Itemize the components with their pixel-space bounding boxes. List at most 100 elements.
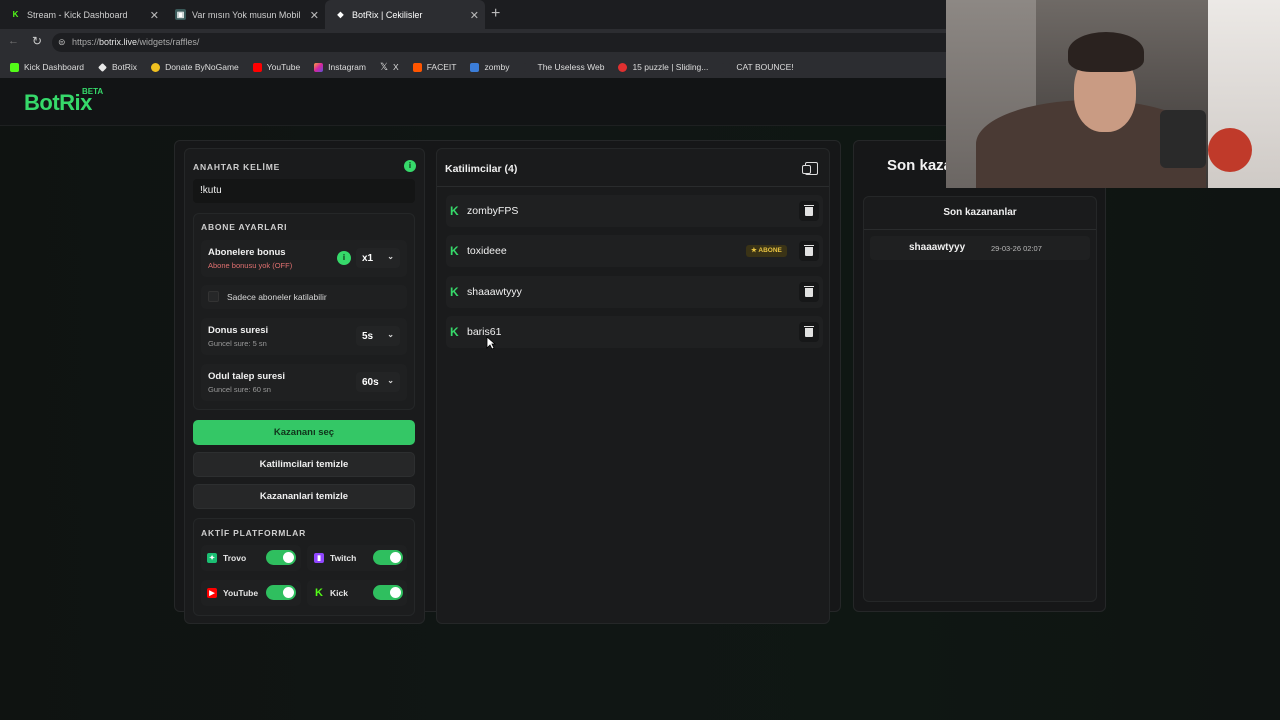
info-icon[interactable]: i	[337, 251, 351, 265]
puzzle-icon	[618, 62, 628, 72]
bookmark-youtube[interactable]: YouTube	[252, 62, 300, 72]
faceit-icon	[412, 62, 422, 72]
subscriber-badge: ★ ABONE	[746, 245, 787, 257]
bookmark-label: Instagram	[328, 62, 366, 72]
tab-title: Stream - Kick Dashboard	[27, 9, 128, 20]
participant-row: K toxideee ★ ABONE	[446, 235, 823, 267]
keyword-input[interactable]: !kutu	[193, 179, 415, 203]
subscriber-settings-label: ABONE AYARLARI	[201, 222, 288, 232]
bookmark-zomby[interactable]: zomby	[470, 62, 510, 72]
chevron-down-icon: ⌄	[387, 252, 394, 261]
trash-icon	[804, 204, 814, 216]
cat-icon	[722, 62, 732, 72]
trash-icon	[804, 244, 814, 256]
platform-label: Twitch	[330, 553, 357, 563]
select-value: x1	[362, 252, 374, 264]
clear-participants-button[interactable]: Katilimcilari temizle	[193, 452, 415, 477]
bookmark-label: zomby	[484, 62, 510, 72]
twitch-toggle[interactable]	[373, 550, 403, 565]
mouse-cursor-icon	[486, 336, 496, 350]
bookmark-donate[interactable]: Donate ByNoGame	[151, 62, 239, 72]
bookmark-15-puzzle[interactable]: 15 puzzle | Sliding...	[618, 62, 708, 72]
url-scheme: https://	[72, 37, 100, 47]
bookmark-x[interactable]: 𝕏X	[380, 62, 399, 73]
kick-icon: K	[10, 9, 21, 20]
delete-button[interactable]	[799, 201, 819, 221]
tab-kick-dashboard[interactable]: K Stream - Kick Dashboard ✕	[0, 0, 165, 29]
instagram-icon	[314, 62, 324, 72]
bookmark-label: FACEIT	[426, 62, 457, 72]
chevron-down-icon: ⌄	[387, 330, 394, 339]
copy-icon[interactable]	[802, 162, 818, 175]
toggle-knob	[283, 552, 294, 563]
trovo-toggle[interactable]	[266, 550, 296, 565]
bookmark-kick-dashboard[interactable]: Kick Dashboard	[10, 62, 84, 72]
platform-youtube: ▶ YouTube	[207, 588, 258, 598]
reload-icon[interactable]: ↻	[32, 34, 42, 48]
chevron-down-icon: ⌄	[387, 376, 394, 385]
back-icon[interactable]: ←	[8, 35, 19, 47]
bookmark-botrix[interactable]: BotRix	[98, 62, 137, 72]
subscriber-bonus-select[interactable]: x1 ⌄	[356, 248, 400, 268]
delete-button[interactable]	[799, 282, 819, 302]
url-path: /widgets/raffles/	[137, 37, 200, 47]
tab-var-misin[interactable]: ▣ Var mısın Yok musun Mobil ✕	[165, 0, 325, 29]
participant-name: shaaawtyyy	[467, 286, 522, 298]
platform-kick: K Kick	[314, 587, 348, 599]
donate-icon	[151, 62, 161, 72]
trash-icon	[804, 325, 814, 337]
close-icon[interactable]: ✕	[310, 9, 319, 22]
platform-trovo: ✦ Trovo	[207, 553, 246, 563]
winner-date: 29-03-26 02:07	[991, 244, 1042, 253]
useless-web-icon	[523, 62, 533, 72]
subscriber-bonus-title: Abonelere bonus	[208, 247, 286, 258]
bonus-time-title: Donus suresi	[208, 325, 269, 336]
bookmark-label: Kick Dashboard	[24, 62, 85, 72]
subscriber-only-checkbox[interactable]	[208, 291, 219, 302]
new-tab-button[interactable]: +	[491, 5, 500, 23]
clear-winners-button[interactable]: Kazananlari temizle	[193, 484, 415, 509]
close-icon[interactable]: ✕	[150, 9, 159, 22]
bookmark-cat-bounce[interactable]: CAT BOUNCE!	[722, 62, 794, 72]
close-icon[interactable]: ✕	[470, 9, 479, 22]
bookmarks-bar: Kick Dashboard BotRix Donate ByNoGame Yo…	[0, 56, 946, 78]
keyword-label: ANAHTAR KELİME	[193, 162, 281, 172]
bookmark-faceit[interactable]: FACEIT	[412, 62, 457, 72]
bookmark-instagram[interactable]: Instagram	[314, 62, 366, 72]
participant-row: K zombyFPS	[446, 195, 823, 227]
bookmark-label: CAT BOUNCE!	[736, 62, 794, 72]
delete-button[interactable]	[799, 322, 819, 342]
bookmark-label: X	[393, 62, 399, 72]
bonus-time-select[interactable]: 5s ⌄	[356, 326, 400, 346]
bookmark-useless-web[interactable]: The Useless Web	[523, 62, 605, 72]
webcam-person-hair	[1068, 32, 1144, 72]
badge-label: ABONE	[758, 247, 782, 254]
claim-time-select[interactable]: 60s ⌄	[356, 372, 400, 392]
trash-icon	[804, 285, 814, 297]
url-bar[interactable]: ⊜ https://botrix.live/widgets/raffles/	[52, 33, 946, 52]
participant-name: toxideee	[467, 245, 507, 257]
claim-time-title: Odul talep suresi	[208, 371, 286, 382]
claim-time-current: Guncel sure: 60 sn	[208, 385, 271, 394]
webcam-pumpkin	[1208, 128, 1252, 172]
bookmark-label: The Useless Web	[537, 62, 605, 72]
participant-name: zombyFPS	[467, 205, 519, 217]
participant-row: K shaaawtyyy	[446, 276, 823, 308]
toggle-knob	[283, 587, 294, 598]
delete-button[interactable]	[799, 241, 819, 261]
beta-badge: BETA	[82, 87, 104, 96]
subscriber-only-label: Sadece aboneler katilabilir	[227, 292, 327, 302]
zomby-icon	[470, 62, 480, 72]
kick-toggle[interactable]	[373, 585, 403, 600]
browser-tab-bar: K Stream - Kick Dashboard ✕ ▣ Var mısın …	[0, 0, 946, 29]
participant-name: baris61	[467, 326, 502, 338]
site-info-icon[interactable]: ⊜	[58, 33, 66, 52]
platform-twitch: ▮ Twitch	[314, 553, 356, 563]
toggle-knob	[390, 587, 401, 598]
pick-winner-button[interactable]: Kazananı seç	[193, 420, 415, 445]
site-header	[0, 78, 946, 126]
tab-botrix[interactable]: ◆ BotRix | Cekilisler ✕	[325, 0, 485, 29]
bonus-time-current: Guncel sure: 5 sn	[208, 339, 267, 348]
youtube-toggle[interactable]	[266, 585, 296, 600]
info-icon[interactable]: i	[404, 160, 416, 172]
